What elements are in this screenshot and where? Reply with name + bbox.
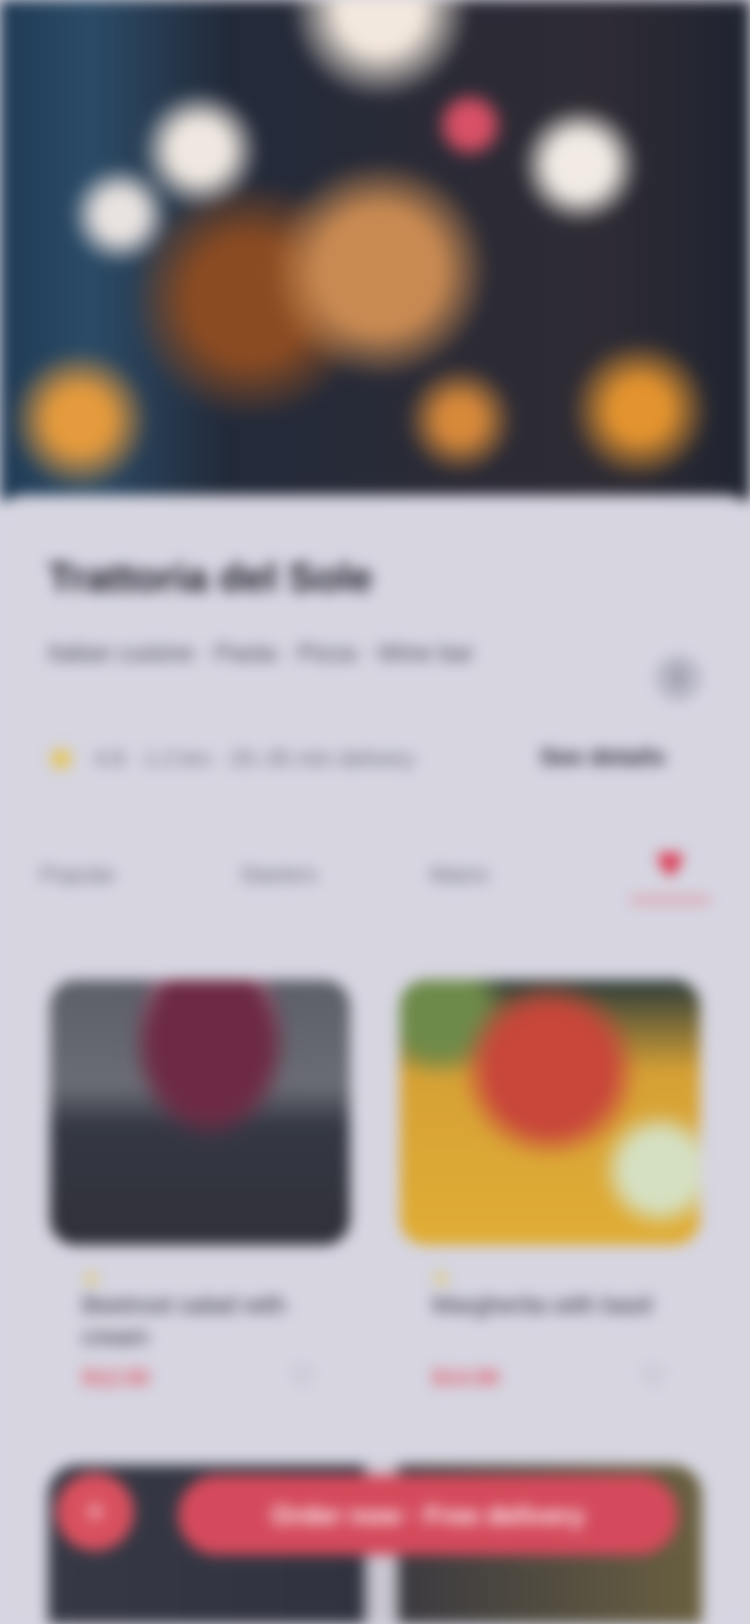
dish-name: Beetroot salad with cream <box>82 1292 287 1351</box>
heart-icon[interactable]: ♡ <box>290 1361 315 1394</box>
dish-card[interactable]: ★ Beetroot salad with cream $12.50 ♡ <box>50 980 350 1393</box>
rating-row: ★ 4.8 · 1.2 km · 25–35 min delivery <box>44 736 414 781</box>
dish-photo <box>400 980 700 1245</box>
dish-photo <box>50 980 350 1245</box>
promo-banner: + Order now · Free delivery <box>48 1465 702 1624</box>
hero-image <box>0 0 750 500</box>
tab-starters[interactable]: Starters <box>240 862 317 888</box>
details-link[interactable]: See details <box>540 744 665 772</box>
category-tabs: Popular Starters Mains ♥ <box>30 840 720 920</box>
restaurant-subtitle: Italian cuisine · Pasta · Pizza · Wine b… <box>48 640 474 667</box>
dish-card[interactable]: ★ Margherita with basil $14.90 ♡ <box>400 980 700 1393</box>
share-button[interactable]: ⇪ <box>655 655 701 701</box>
share-icon: ⇪ <box>667 664 689 692</box>
order-button[interactable]: Order now · Free delivery <box>178 1475 678 1555</box>
plus-icon: + <box>85 1492 105 1531</box>
active-tab-indicator <box>630 898 710 902</box>
dish-price: $12.50 <box>82 1365 150 1390</box>
restaurant-title: Trattoria del Sole <box>48 556 373 600</box>
star-icon: ★ <box>82 1268 100 1290</box>
star-icon: ★ <box>432 1268 450 1290</box>
tab-popular[interactable]: Popular <box>40 862 116 888</box>
heart-icon: ♥ <box>655 837 685 890</box>
add-button[interactable]: + <box>56 1473 134 1551</box>
tab-mains[interactable]: Mains <box>430 862 489 888</box>
heart-icon[interactable]: ♡ <box>640 1361 665 1394</box>
tab-favorites[interactable]: ♥ <box>620 840 720 930</box>
dish-price: $14.90 <box>432 1365 500 1390</box>
dish-name: Margherita with basil <box>432 1292 653 1319</box>
rating-info: 4.8 · 1.2 km · 25–35 min delivery <box>94 745 415 771</box>
star-icon: ★ <box>44 738 79 780</box>
